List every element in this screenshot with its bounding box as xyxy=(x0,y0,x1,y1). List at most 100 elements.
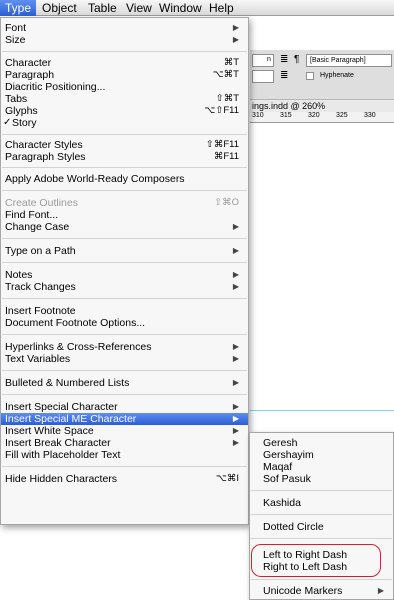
menu-item-shortcut: ⌘T xyxy=(223,57,239,68)
horizontal-ruler: 310 315 320 325 330 xyxy=(250,112,394,123)
menu-item-label: Hyperlinks & Cross-References xyxy=(5,341,152,353)
menu-item-create-outlines[interactable]: Create Outlines ⇧⌘O xyxy=(1,197,248,209)
submenu-item-maqaf[interactable]: Maqaf xyxy=(250,461,393,473)
menu-item-apply-composers[interactable]: Apply Adobe World-Ready Composers xyxy=(1,173,248,185)
pilcrow-icon: ¶ xyxy=(294,54,300,65)
menu-item-notes[interactable]: Notes ▶ xyxy=(1,269,248,281)
submenu-arrow-icon: ▶ xyxy=(232,222,239,231)
submenu-arrow-icon: ▶ xyxy=(232,270,239,279)
submenu-item-unicode-markers[interactable]: Unicode Markers ▶ xyxy=(250,585,393,597)
menu-item-label: Kashida xyxy=(263,497,301,509)
submenu-arrow-icon: ▶ xyxy=(232,438,239,447)
menu-item-document-footnote-options[interactable]: Document Footnote Options... xyxy=(1,317,248,329)
menu-item-fill-placeholder-text[interactable]: Fill with Placeholder Text xyxy=(1,449,248,461)
menu-separator xyxy=(2,466,247,467)
menu-item-label: Story xyxy=(12,117,37,129)
menu-item-text-variables[interactable]: Text Variables ▶ xyxy=(1,353,248,365)
menu-item-shortcut: ⇧⌘O xyxy=(214,197,239,208)
menu-item-find-font[interactable]: Find Font... xyxy=(1,209,248,221)
menu-separator xyxy=(251,538,392,539)
menu-item-shortcut: ⇧⌘F11 xyxy=(205,139,239,150)
menu-item-label: Unicode Markers xyxy=(263,585,343,597)
ruler-tick: 325 xyxy=(336,112,348,119)
submenu-arrow-icon: ▶ xyxy=(232,426,239,435)
ruler-tick: 330 xyxy=(364,112,376,119)
menu-item-bulleted-numbered-lists[interactable]: Bulleted & Numbered Lists ▶ xyxy=(1,377,248,389)
menu-item-label: Create Outlines xyxy=(5,197,78,209)
menu-item-label: Fill with Placeholder Text xyxy=(5,449,121,461)
hyphenate-label: Hyphenate xyxy=(320,72,354,79)
menu-item-label: Maqaf xyxy=(263,461,293,473)
paragraph-style-label: [Basic Paragraph] xyxy=(310,57,366,64)
menu-item-insert-special-me-character[interactable]: Insert Special ME Character ▶ xyxy=(1,413,248,425)
paragraph-style-select[interactable]: [Basic Paragraph] xyxy=(306,54,392,67)
menu-item-size[interactable]: Size ▶ xyxy=(1,34,248,46)
menu-item-change-case[interactable]: Change Case ▶ xyxy=(1,221,248,233)
menu-item-label: Glyphs xyxy=(5,105,38,117)
menu-view[interactable]: View xyxy=(121,0,157,16)
submenu-arrow-icon: ▶ xyxy=(232,35,239,44)
menu-help[interactable]: Help xyxy=(204,0,239,16)
menu-separator xyxy=(251,490,392,491)
menu-item-font[interactable]: Font ▶ xyxy=(1,22,248,34)
submenu-arrow-icon: ▶ xyxy=(232,23,239,32)
menu-separator xyxy=(2,238,247,239)
ruler-tick: 310 xyxy=(252,112,264,119)
menu-item-label: Bulleted & Numbered Lists xyxy=(5,377,130,389)
menu-separator xyxy=(2,134,247,135)
control-panel: n ≣ ≣ ¶ [Basic Paragraph] Hyphenate xyxy=(250,50,394,100)
menu-item-label: Gershayim xyxy=(263,449,314,461)
align-icon[interactable]: ≣ xyxy=(280,70,288,81)
menu-item-insert-special-character[interactable]: Insert Special Character ▶ xyxy=(1,401,248,413)
submenu-item-sof-pasuk[interactable]: Sof Pasuk xyxy=(250,473,393,485)
menu-item-paragraph-styles[interactable]: Paragraph Styles ⌘F11 xyxy=(1,151,248,163)
submenu-arrow-icon: ▶ xyxy=(377,586,384,595)
menu-item-insert-break-character[interactable]: Insert Break Character ▶ xyxy=(1,437,248,449)
control-field[interactable] xyxy=(252,70,274,83)
menu-item-label: Track Changes xyxy=(5,281,76,293)
menu-item-label: Tabs xyxy=(5,93,28,105)
submenu-item-geresh[interactable]: Geresh xyxy=(250,437,393,449)
menu-table[interactable]: Table xyxy=(83,0,122,16)
menu-object[interactable]: Object xyxy=(37,0,82,16)
menu-separator xyxy=(2,262,247,263)
guide-line xyxy=(250,410,394,411)
menu-item-hide-hidden-characters[interactable]: Hide Hidden Characters ⌥⌘I xyxy=(1,473,248,485)
menu-item-label: Apply Adobe World-Ready Composers xyxy=(5,173,185,185)
checkmark-icon: ✓ xyxy=(3,117,12,128)
menu-separator xyxy=(2,190,247,191)
submenu-item-gershayim[interactable]: Gershayim xyxy=(250,449,393,461)
hyphenate-checkbox[interactable] xyxy=(306,72,314,80)
menu-item-label: Character xyxy=(5,57,52,69)
menu-item-label: Insert Special Character xyxy=(5,401,118,413)
menu-separator xyxy=(251,579,392,580)
highlight-annotation-oval xyxy=(251,544,381,577)
menu-window[interactable]: Window xyxy=(154,0,207,16)
menu-item-story[interactable]: ✓ Story xyxy=(1,117,248,129)
control-field-text: n xyxy=(267,56,271,63)
submenu-item-kashida[interactable]: Kashida xyxy=(250,497,393,509)
menu-item-type-on-a-path[interactable]: Type on a Path ▶ xyxy=(1,245,248,257)
submenu-item-dotted-circle[interactable]: Dotted Circle xyxy=(250,521,393,533)
menu-item-hyperlinks[interactable]: Hyperlinks & Cross-References ▶ xyxy=(1,341,248,353)
menu-separator xyxy=(2,394,247,395)
menu-item-glyphs[interactable]: Glyphs ⌥⇧F11 xyxy=(1,105,248,117)
menu-item-label: Sof Pasuk xyxy=(263,473,311,485)
submenu-arrow-icon: ▶ xyxy=(232,354,239,363)
submenu-arrow-icon: ▶ xyxy=(232,378,239,387)
menu-item-label: Insert Break Character xyxy=(5,437,111,449)
menu-item-insert-white-space[interactable]: Insert White Space ▶ xyxy=(1,425,248,437)
menu-item-insert-footnote[interactable]: Insert Footnote xyxy=(1,305,248,317)
menu-item-diacritic-positioning[interactable]: Diacritic Positioning... xyxy=(1,81,248,93)
menu-item-track-changes[interactable]: Track Changes ▶ xyxy=(1,281,248,293)
menu-item-character[interactable]: Character ⌘T xyxy=(1,57,248,69)
menu-item-paragraph[interactable]: Paragraph ⌥⌘T xyxy=(1,69,248,81)
control-field[interactable]: n xyxy=(252,54,274,67)
menu-type[interactable]: Type xyxy=(0,0,37,16)
menu-item-tabs[interactable]: Tabs ⇧⌘T xyxy=(1,93,248,105)
menu-separator xyxy=(2,298,247,299)
ruler-tick: 315 xyxy=(280,112,292,119)
menu-item-shortcut: ⌘F11 xyxy=(213,151,239,162)
align-icon[interactable]: ≣ xyxy=(280,54,288,65)
menu-item-character-styles[interactable]: Character Styles ⇧⌘F11 xyxy=(1,139,248,151)
